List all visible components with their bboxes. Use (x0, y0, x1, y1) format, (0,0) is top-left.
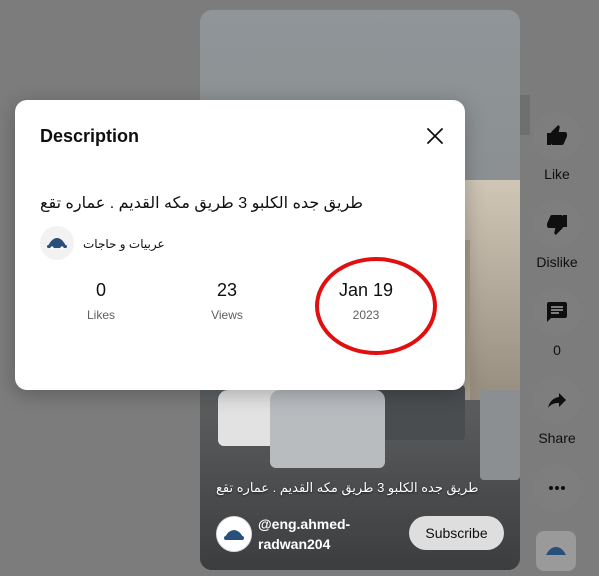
subscribe-button[interactable]: Subscribe (409, 516, 504, 550)
comment-icon (547, 302, 567, 322)
video-overlay-title: طريق جده الكلبو 3 طريق مكه القديم . عمار… (216, 480, 479, 495)
red-circle-annotation (315, 257, 437, 355)
car-logo-icon (546, 547, 566, 555)
thumbs-down-icon (547, 215, 567, 235)
close-icon (427, 128, 443, 144)
dislike-label: Dislike (536, 254, 578, 270)
likes-stat: 0 Likes (41, 280, 161, 322)
comments-button[interactable]: 0 (530, 288, 584, 358)
channel-name[interactable]: عربيات و حاجات (83, 237, 165, 251)
video-car (270, 390, 385, 468)
thumbs-up-icon (547, 125, 567, 145)
sound-thumbnail[interactable] (536, 531, 576, 571)
views-count: 23 (216, 280, 238, 300)
dialog-title: Description (40, 126, 140, 146)
share-button[interactable]: Share (530, 376, 584, 446)
more-options-button[interactable] (530, 464, 584, 512)
car-logo-icon (224, 530, 244, 540)
video-truck (480, 390, 520, 480)
side-strip (520, 95, 530, 135)
dislike-button[interactable]: Dislike (530, 200, 584, 270)
share-arrow-icon (548, 393, 566, 408)
video-channel-row: @eng.ahmed-radwan204 Subscribe (216, 512, 506, 554)
views-caption: Views (211, 308, 243, 322)
more-horizontal-icon (549, 486, 565, 490)
views-stat: 23 Views (167, 280, 287, 322)
description-dialog: Description طريق جده الكلبو 3 طريق مكه ا… (15, 100, 465, 390)
comment-count: 0 (553, 342, 561, 358)
like-label: Like (544, 166, 570, 182)
share-label: Share (538, 430, 576, 446)
channel-avatar[interactable] (40, 226, 74, 260)
car-logo-icon (47, 238, 67, 250)
video-truck (375, 385, 465, 440)
likes-count: 0 (95, 280, 106, 300)
likes-caption: Likes (86, 308, 115, 322)
video-title: طريق جده الكلبو 3 طريق مكه القديم . عمار… (40, 195, 364, 212)
close-button[interactable] (421, 122, 449, 150)
like-button[interactable]: Like (530, 112, 584, 182)
channel-avatar[interactable] (216, 516, 252, 552)
channel-handle[interactable]: @eng.ahmed-radwan204 (258, 514, 378, 554)
